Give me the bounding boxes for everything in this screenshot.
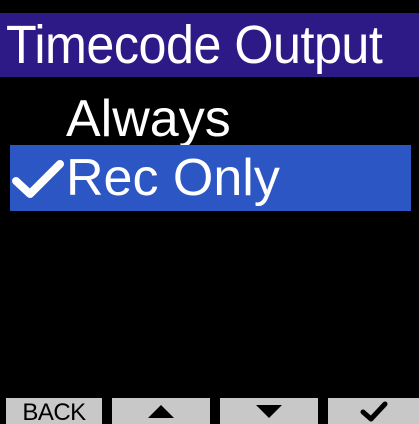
menu-item-always[interactable]: Always	[10, 86, 411, 152]
checkmark-icon	[12, 160, 64, 198]
triangle-down-icon	[256, 405, 282, 418]
softkey-bar: BACK	[0, 398, 419, 424]
menu-item-label: Always	[66, 90, 231, 148]
title-bar: Timecode Output	[0, 13, 419, 77]
down-button[interactable]	[220, 398, 318, 424]
up-button[interactable]	[112, 398, 210, 424]
menu-item-label: Rec Only	[66, 149, 280, 207]
page-title: Timecode Output	[6, 15, 383, 75]
back-button-label: BACK	[22, 399, 86, 424]
enter-button[interactable]	[328, 398, 419, 424]
checkmark-icon	[360, 401, 387, 422]
back-button[interactable]: BACK	[6, 398, 102, 424]
device-screen: Timecode Output Always Rec Only BACK	[0, 0, 419, 424]
menu-item-rec-only[interactable]: Rec Only	[10, 145, 411, 211]
triangle-up-icon	[148, 405, 174, 418]
